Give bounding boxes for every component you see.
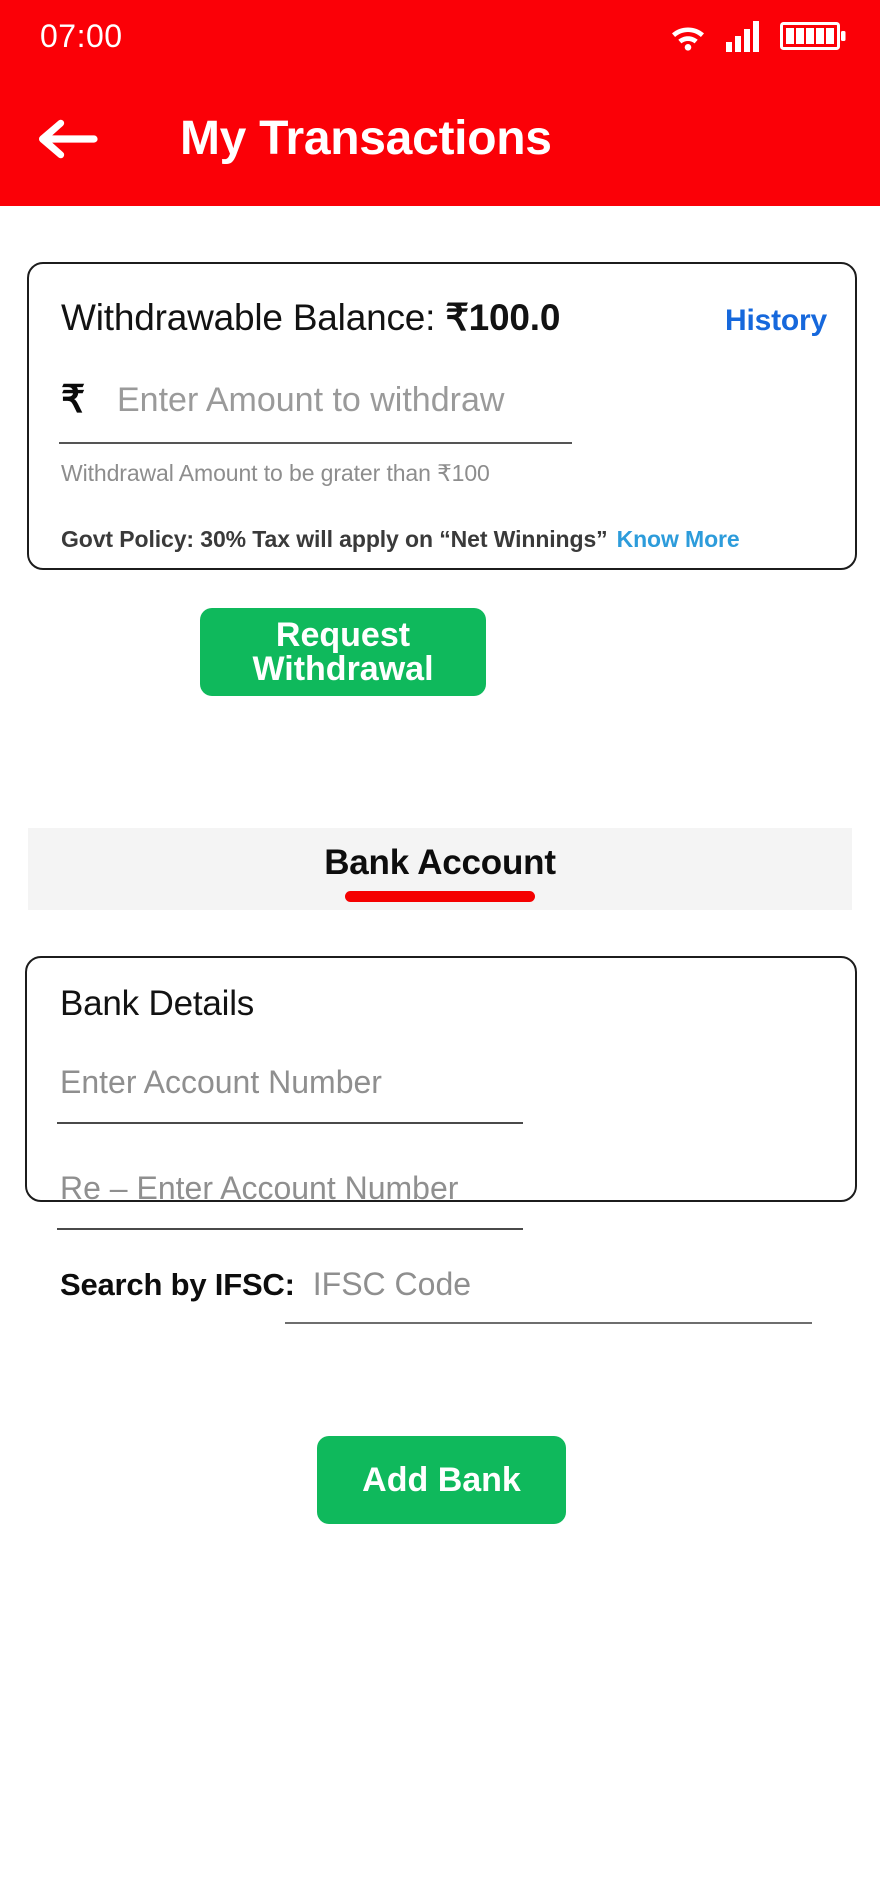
history-link[interactable]: History bbox=[725, 304, 827, 338]
reenter-account-number-field bbox=[60, 1170, 520, 1216]
tab-active-indicator bbox=[345, 891, 535, 902]
reenter-account-number-input[interactable] bbox=[60, 1170, 520, 1207]
tab-bank-account-label: Bank Account bbox=[324, 843, 556, 882]
govt-policy-text: Govt Policy: 30% Tax will apply on “Net … bbox=[61, 526, 608, 552]
rupee-icon: ₹ bbox=[61, 379, 86, 421]
cellular-signal-icon bbox=[726, 20, 762, 52]
know-more-link[interactable]: Know More bbox=[617, 526, 740, 553]
request-withdrawal-button[interactable]: Request Withdrawal bbox=[200, 608, 486, 696]
wifi-icon bbox=[668, 20, 708, 52]
ifsc-code-input[interactable] bbox=[312, 1266, 703, 1303]
balance-row: Withdrawable Balance: ₹100.0 History bbox=[61, 296, 827, 339]
ifsc-code-underline bbox=[285, 1322, 812, 1324]
bank-details-card: Bank Details Search by IFSC: bbox=[25, 956, 857, 1324]
back-button[interactable] bbox=[14, 89, 118, 189]
status-bar: 07:00 bbox=[0, 0, 880, 72]
ifsc-label: Search by IFSC: bbox=[60, 1267, 295, 1302]
account-number-underline bbox=[57, 1122, 523, 1124]
withdraw-amount-row: ₹ bbox=[61, 372, 561, 428]
balance-label-text: Withdrawable Balance: bbox=[61, 297, 446, 338]
page-title: My Transactions bbox=[180, 112, 552, 165]
app-header: 07:00 My Transactions bbox=[0, 0, 880, 206]
status-bar-clock: 07:00 bbox=[40, 18, 123, 54]
withdrawable-balance-label: Withdrawable Balance: ₹100.0 bbox=[61, 296, 560, 339]
transactions-screen: 07:00 My Transactions Withdrawable Balan… bbox=[0, 0, 880, 1904]
add-bank-button[interactable]: Add Bank bbox=[317, 1436, 566, 1524]
tab-bank-account[interactable]: Bank Account bbox=[290, 828, 590, 910]
ifsc-search-row: Search by IFSC: bbox=[60, 1266, 703, 1303]
account-number-input[interactable] bbox=[60, 1064, 520, 1101]
reenter-account-number-underline bbox=[57, 1228, 523, 1230]
status-bar-icons bbox=[668, 20, 846, 52]
app-bar: My Transactions bbox=[0, 72, 880, 206]
govt-policy-row: Govt Policy: 30% Tax will apply on “Net … bbox=[61, 526, 740, 553]
account-type-tabstrip: Bank Account bbox=[28, 828, 852, 910]
withdraw-amount-input[interactable] bbox=[117, 380, 537, 420]
bank-details-title: Bank Details bbox=[60, 984, 255, 1023]
balance-amount-value: ₹100.0 bbox=[445, 297, 561, 338]
battery-full-icon bbox=[780, 20, 846, 52]
withdrawable-balance-card: Withdrawable Balance: ₹100.0 History ₹ W… bbox=[27, 262, 857, 570]
back-arrow-icon bbox=[34, 117, 98, 161]
account-number-field bbox=[60, 1064, 520, 1110]
withdraw-amount-helper-text: Withdrawal Amount to be grater than ₹100 bbox=[61, 460, 490, 486]
withdraw-amount-underline bbox=[59, 442, 572, 444]
